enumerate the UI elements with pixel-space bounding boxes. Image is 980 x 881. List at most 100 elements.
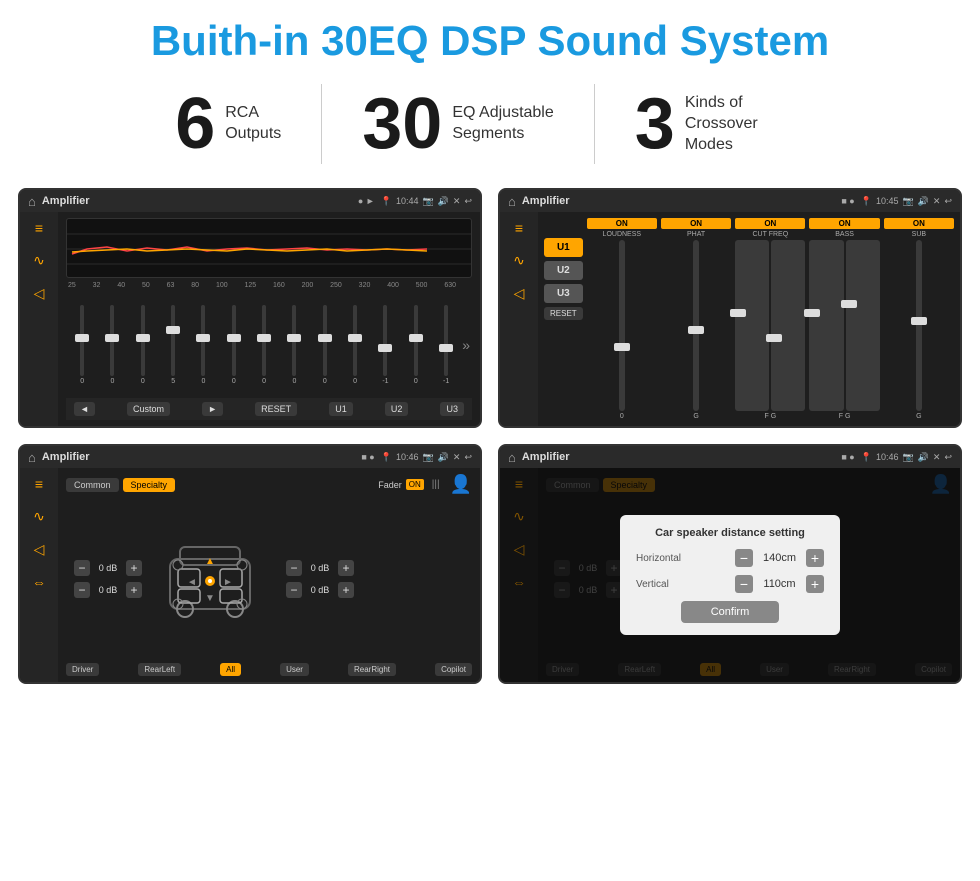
db-plus-tl[interactable]: + — [126, 560, 142, 576]
nav-eq-icon[interactable]: ≡ — [35, 220, 43, 236]
home-icon-2: ⌂ — [508, 194, 516, 209]
nav-arrows-icon-3[interactable]: ⇔ — [32, 574, 46, 590]
horizontal-value: 140cm — [757, 552, 802, 564]
dialog-measurement-horizontal: − 140cm + — [735, 549, 824, 567]
slider-track-3[interactable] — [171, 305, 175, 376]
on-badge-bass: ON — [809, 218, 879, 229]
status-bar-2: ⌂ Amplifier ■ ● 📍 10:45 📷 🔊 ✕ ↩ — [500, 190, 960, 212]
on-badge-sub: ON — [884, 218, 954, 229]
volume-icon-3: 🔊 — [438, 452, 449, 463]
rearleft-btn-3[interactable]: RearLeft — [138, 663, 181, 676]
db-minus-bl[interactable]: − — [74, 582, 90, 598]
slider-track-9[interactable] — [353, 305, 357, 376]
eq-slider-9: 0 — [341, 305, 369, 385]
next-button[interactable]: ► — [202, 402, 223, 416]
u3-select[interactable]: U3 — [544, 284, 583, 303]
camera-icon-4: 📷 — [902, 452, 913, 463]
on-badge-cutfreq: ON — [735, 218, 805, 229]
freq-100: 100 — [216, 282, 228, 289]
ctrl-label-sub: SUB — [912, 231, 926, 238]
driver-btn-3[interactable]: Driver — [66, 663, 99, 676]
stat-label-rca: RCAOutputs — [225, 103, 281, 145]
db-plus-tr[interactable]: + — [338, 560, 354, 576]
reset-button-2[interactable]: RESET — [544, 307, 583, 320]
db-minus-tr[interactable]: − — [286, 560, 302, 576]
vertical-minus-btn[interactable]: − — [735, 575, 753, 593]
on-badge-phat: ON — [661, 218, 731, 229]
location-icon-1: 📍 — [381, 196, 392, 207]
db-plus-bl[interactable]: + — [126, 582, 142, 598]
common-tab[interactable]: Common — [66, 478, 119, 492]
db-plus-br[interactable]: + — [338, 582, 354, 598]
profile-icon-3[interactable]: 👤 — [450, 474, 472, 495]
slider-cutfreq-g[interactable] — [771, 240, 805, 411]
vertical-plus-btn[interactable]: + — [806, 575, 824, 593]
nav-vol-icon[interactable]: ◁ — [34, 285, 45, 302]
eq-slider-3: 5 — [159, 305, 187, 385]
u3-button-1[interactable]: U3 — [440, 402, 464, 416]
stat-number-rca: 6 — [175, 88, 215, 160]
db-value-tr: 0 dB — [305, 563, 335, 573]
slider-track-8[interactable] — [323, 305, 327, 376]
nav-wave-icon-3[interactable]: ∿ — [33, 508, 45, 525]
user-btn-3[interactable]: User — [280, 663, 309, 676]
dot-icons-3: ■ ● — [361, 452, 374, 462]
nav-bottom-1: ◄ Custom ► RESET U1 U2 U3 — [66, 398, 472, 420]
ctrl-label-loudness: LOUDNESS — [603, 231, 642, 238]
nav-vol-icon-3[interactable]: ◁ — [34, 541, 45, 558]
nav-vol-icon-2[interactable]: ◁ — [514, 285, 525, 302]
volume-icon-2: 🔊 — [918, 196, 929, 207]
slider-track-2[interactable] — [141, 305, 145, 376]
nav-wave-icon[interactable]: ∿ — [33, 252, 45, 269]
db-row-tr: − 0 dB + — [286, 560, 354, 576]
freq-125: 125 — [244, 282, 256, 289]
status-icons-4: 📍 10:46 📷 🔊 ✕ ↩ — [861, 452, 952, 463]
copilot-btn-3[interactable]: Copilot — [435, 663, 472, 676]
side-nav-2: ≡ ∿ ◁ — [500, 212, 538, 426]
slider-bass-g[interactable] — [846, 240, 880, 411]
slider-track-0[interactable] — [80, 305, 84, 376]
confirm-button[interactable]: Confirm — [681, 601, 780, 623]
stat-number-eq: 30 — [362, 88, 442, 160]
db-minus-br[interactable]: − — [286, 582, 302, 598]
slider-sub[interactable] — [916, 240, 922, 411]
nav-eq-icon-3[interactable]: ≡ — [35, 476, 43, 492]
screen-content-1: ≡ ∿ ◁ — [20, 212, 480, 426]
u-buttons: U1 U2 U3 RESET — [544, 218, 583, 420]
rearright-btn-3[interactable]: RearRight — [348, 663, 396, 676]
horizontal-minus-btn[interactable]: − — [735, 549, 753, 567]
slider-loudness[interactable] — [619, 240, 625, 411]
horizontal-plus-btn[interactable]: + — [806, 549, 824, 567]
freq-25: 25 — [68, 282, 76, 289]
nav-wave-icon-2[interactable]: ∿ — [513, 252, 525, 269]
slider-phat[interactable] — [693, 240, 699, 411]
u2-button-1[interactable]: U2 — [385, 402, 409, 416]
dialog-measurement-vertical: − 110cm + — [735, 575, 824, 593]
slider-track-5[interactable] — [232, 305, 236, 376]
u2-select[interactable]: U2 — [544, 261, 583, 280]
slider-track-4[interactable] — [201, 305, 205, 376]
nav-eq-icon-2[interactable]: ≡ — [515, 220, 523, 236]
slider-track-10[interactable] — [383, 305, 387, 376]
main-title: Buith-in 30EQ DSP Sound System — [0, 0, 980, 74]
slider-cutfreq-f[interactable] — [735, 240, 769, 411]
slider-track-12[interactable] — [444, 305, 448, 376]
location-icon-2: 📍 — [861, 196, 872, 207]
slider-track-7[interactable] — [292, 305, 296, 376]
dialog-row-vertical: Vertical − 110cm + — [636, 575, 824, 593]
slider-track-6[interactable] — [262, 305, 266, 376]
all-btn-3[interactable]: All — [220, 663, 241, 676]
slider-track-1[interactable] — [110, 305, 114, 376]
app-title-4: Amplifier — [522, 451, 835, 463]
specialty-tab[interactable]: Specialty — [123, 478, 176, 492]
slider-bass-f[interactable] — [809, 240, 843, 411]
custom-button[interactable]: Custom — [127, 402, 170, 416]
db-minus-tl[interactable]: − — [74, 560, 90, 576]
u1-select[interactable]: U1 — [544, 238, 583, 257]
slider-track-11[interactable] — [414, 305, 418, 376]
u1-button-1[interactable]: U1 — [329, 402, 353, 416]
status-icons-3: 📍 10:46 📷 🔊 ✕ ↩ — [381, 452, 472, 463]
reset-button-1[interactable]: RESET — [255, 402, 297, 416]
more-icon: » — [462, 337, 470, 353]
prev-button[interactable]: ◄ — [74, 402, 95, 416]
